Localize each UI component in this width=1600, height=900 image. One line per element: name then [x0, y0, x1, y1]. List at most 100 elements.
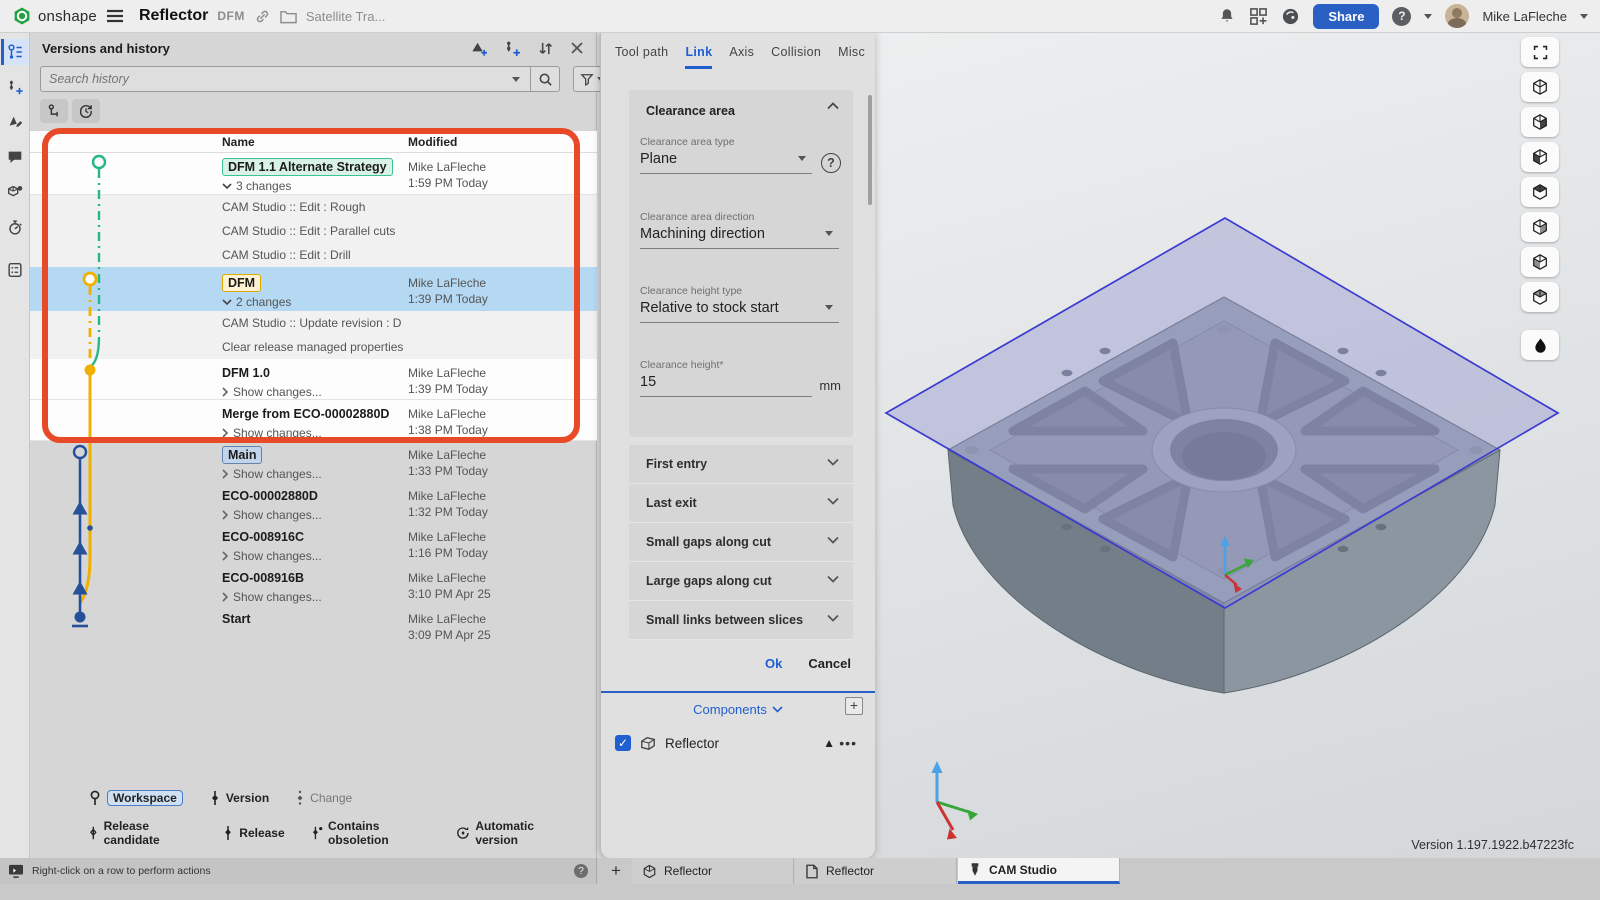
- components-header[interactable]: Components: [601, 698, 875, 720]
- graph-view-toggle[interactable]: [40, 99, 68, 123]
- search-history-box[interactable]: [40, 66, 560, 92]
- show-changes[interactable]: Show changes...: [233, 508, 322, 522]
- create-branch-icon[interactable]: [504, 39, 521, 57]
- tab-link[interactable]: Link: [685, 45, 712, 69]
- chevron-right-icon[interactable]: [222, 592, 229, 602]
- view-cube-icon-7[interactable]: [1521, 282, 1559, 312]
- section-small-links[interactable]: Small links between slices: [629, 601, 853, 640]
- tab-reflector-partstudio[interactable]: Reflector: [632, 858, 794, 884]
- stopwatch-icon[interactable]: [1, 214, 29, 240]
- chevron-down-icon[interactable]: [222, 299, 232, 306]
- changes-count[interactable]: 3 changes: [236, 179, 291, 193]
- version-badge[interactable]: DFM 1.1 Alternate Strategy: [222, 158, 393, 176]
- chevron-right-icon[interactable]: [222, 387, 229, 397]
- version-name[interactable]: Merge from ECO-00002880D: [222, 407, 389, 421]
- version-name[interactable]: ECO-008916C: [222, 530, 304, 544]
- release-pencil-icon[interactable]: [1, 109, 29, 135]
- chevron-down-icon[interactable]: [222, 183, 232, 190]
- view-cube-icon-5[interactable]: [1521, 212, 1559, 242]
- view-cube-icon-4[interactable]: [1521, 177, 1559, 207]
- notifications-bell-icon[interactable]: [1218, 7, 1236, 25]
- chevron-right-icon[interactable]: [222, 469, 229, 479]
- change-row[interactable]: CAM Studio :: Edit : Parallel cuts: [30, 219, 597, 243]
- onshape-logo-icon[interactable]: onshape: [12, 6, 97, 26]
- view-cube-icon-3[interactable]: [1521, 142, 1559, 172]
- search-dropdown-caret-icon[interactable]: [512, 77, 520, 82]
- version-badge[interactable]: DFM: [222, 274, 261, 292]
- help-icon[interactable]: ?: [1392, 7, 1411, 26]
- add-tab-button[interactable]: +: [602, 858, 630, 884]
- component-row-reflector[interactable]: ✓ Reflector ▲ •••: [615, 731, 861, 755]
- warning-triangle-icon[interactable]: ▲: [823, 736, 835, 750]
- close-icon[interactable]: [570, 41, 584, 55]
- tab-misc[interactable]: Misc: [838, 45, 865, 69]
- folder-name[interactable]: Satellite Tra...: [306, 9, 385, 24]
- part-question-icon[interactable]: [1, 179, 29, 205]
- show-changes[interactable]: Show changes...: [233, 385, 322, 399]
- checklist-icon[interactable]: [1, 257, 29, 283]
- tab-reflector-drawing[interactable]: Reflector: [795, 858, 957, 884]
- clearance-area-type-select[interactable]: Clearance area type Plane: [640, 136, 812, 174]
- user-name[interactable]: Mike LaFleche: [1482, 9, 1567, 24]
- avatar[interactable]: [1445, 4, 1469, 28]
- view-cube-icon-2[interactable]: [1521, 107, 1559, 137]
- history-clock-toggle[interactable]: [72, 99, 100, 123]
- document-title[interactable]: Reflector: [139, 7, 208, 25]
- version-row-dfm-selected[interactable]: DFM 2 changes Mike LaFleche1:39 PM Today: [30, 267, 597, 311]
- search-icon[interactable]: [531, 72, 559, 87]
- collapse-chevron-icon[interactable]: [827, 102, 839, 110]
- graphics-viewport[interactable]: Version 1.197.1922.b47223fc: [875, 33, 1600, 858]
- app-store-grid-icon[interactable]: [1249, 7, 1268, 26]
- tab-tool-path[interactable]: Tool path: [615, 45, 668, 69]
- user-menu-caret-icon[interactable]: [1580, 14, 1588, 19]
- help-caret-icon[interactable]: [1424, 14, 1432, 19]
- screen-share-icon[interactable]: [8, 864, 24, 878]
- show-changes[interactable]: Show changes...: [233, 549, 322, 563]
- clearance-height-input[interactable]: Clearance height* 15: [640, 359, 812, 397]
- change-row[interactable]: Clear release managed properties: [30, 335, 597, 359]
- version-row-dfm11[interactable]: DFM 1.1 Alternate Strategy 3 changes Mik…: [30, 153, 597, 195]
- cancel-button[interactable]: Cancel: [808, 656, 851, 671]
- version-row-main[interactable]: Main Show changes... Mike LaFleche1:33 P…: [30, 441, 597, 482]
- change-row[interactable]: CAM Studio :: Update revision : D: [30, 311, 597, 335]
- change-row[interactable]: CAM Studio :: Edit : Rough: [30, 195, 597, 219]
- section-small-gaps[interactable]: Small gaps along cut: [629, 523, 853, 562]
- link-icon[interactable]: [254, 8, 271, 25]
- branch-badge[interactable]: Main: [222, 446, 262, 464]
- version-row-eco2880d[interactable]: ECO-00002880D Show changes... Mike LaFle…: [30, 482, 597, 523]
- help-icon[interactable]: ?: [821, 153, 841, 173]
- view-cube-icon-1[interactable]: [1521, 72, 1559, 102]
- show-changes[interactable]: Show changes...: [233, 467, 322, 481]
- chevron-right-icon[interactable]: [222, 428, 229, 438]
- component-checkbox[interactable]: ✓: [615, 735, 631, 751]
- version-name[interactable]: ECO-00002880D: [222, 489, 318, 503]
- chevron-right-icon[interactable]: [222, 551, 229, 561]
- section-last-exit[interactable]: Last exit: [629, 484, 853, 523]
- search-input[interactable]: [41, 72, 512, 86]
- hamburger-menu-icon[interactable]: [106, 9, 124, 23]
- version-row-eco8916b[interactable]: ECO-008916B Show changes... Mike LaFlech…: [30, 564, 597, 605]
- show-changes[interactable]: Show changes...: [233, 590, 322, 604]
- view-cube-icon-6[interactable]: [1521, 247, 1559, 277]
- clearance-height-type-select[interactable]: Clearance height type Relative to stock …: [640, 285, 839, 323]
- changes-count[interactable]: 2 changes: [236, 295, 291, 309]
- change-row[interactable]: CAM Studio :: Edit : Drill: [30, 243, 597, 267]
- add-component-button[interactable]: +: [845, 697, 863, 715]
- share-button[interactable]: Share: [1313, 4, 1379, 29]
- section-first-entry[interactable]: First entry: [629, 445, 853, 484]
- dialog-scrollbar[interactable]: [868, 95, 872, 205]
- help-icon[interactable]: ?: [574, 864, 588, 878]
- chevron-right-icon[interactable]: [222, 510, 229, 520]
- clearance-area-direction-select[interactable]: Clearance area direction Machining direc…: [640, 211, 839, 249]
- version-name[interactable]: ECO-008916B: [222, 571, 304, 585]
- section-large-gaps[interactable]: Large gaps along cut: [629, 562, 853, 601]
- tab-cam-studio[interactable]: CAM Studio: [958, 858, 1120, 884]
- tab-axis[interactable]: Axis: [729, 45, 754, 69]
- version-name[interactable]: DFM 1.0: [222, 366, 270, 380]
- ok-button[interactable]: Ok: [765, 656, 782, 671]
- version-row-merge[interactable]: Merge from ECO-00002880D Show changes...…: [30, 400, 597, 441]
- version-row-eco8916c[interactable]: ECO-008916C Show changes... Mike LaFlech…: [30, 523, 597, 564]
- feedback-globe-icon[interactable]: [1281, 7, 1300, 26]
- history-graph-icon[interactable]: [1, 39, 29, 65]
- version-name[interactable]: Start: [222, 612, 250, 626]
